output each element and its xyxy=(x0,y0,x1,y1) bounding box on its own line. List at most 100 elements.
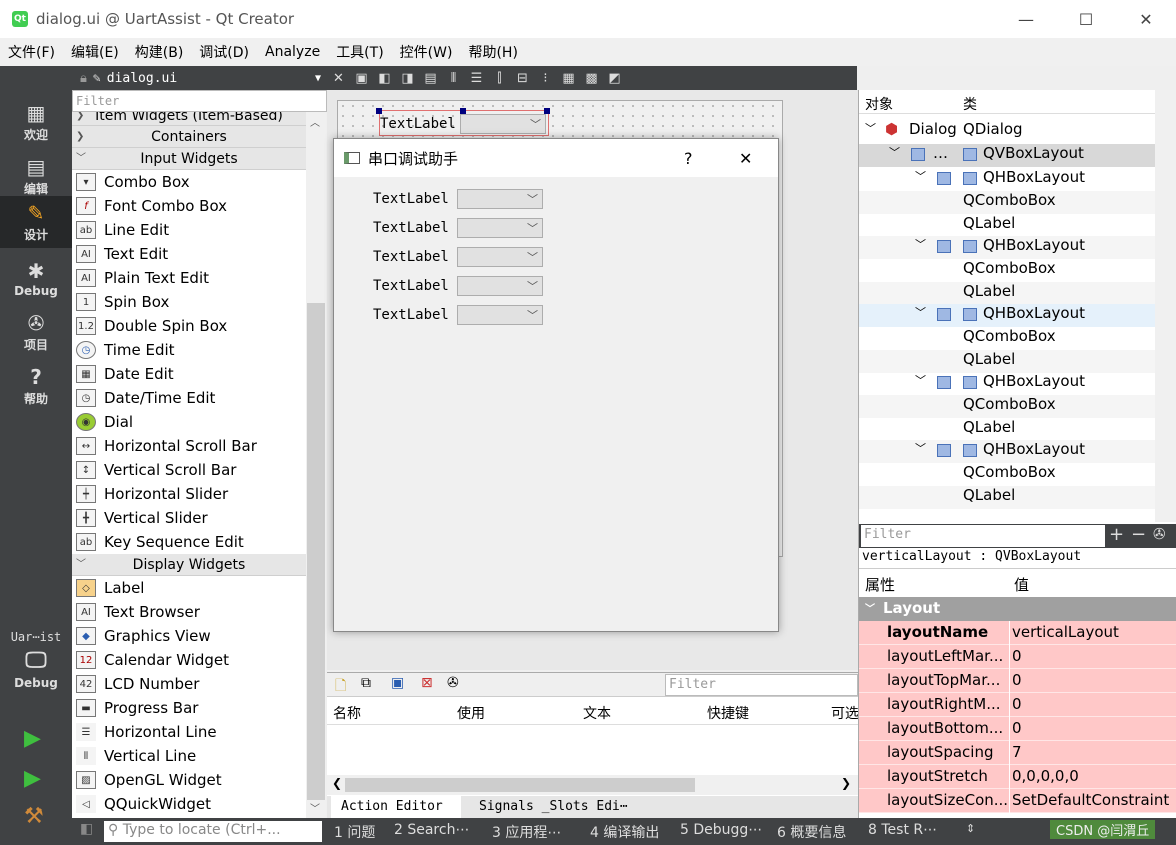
widget-key-sequence-edit[interactable]: ab Key Sequence Edit xyxy=(72,530,306,554)
menu-file[interactable]: 文件(F) xyxy=(0,42,63,62)
column-shortcut[interactable]: 快捷键 xyxy=(707,703,749,723)
output-pane-compile[interactable]: 4 编译输出 xyxy=(590,822,659,842)
header-value[interactable]: 值 xyxy=(1014,574,1029,595)
widget-vertical-scroll-bar[interactable]: ↕ Vertical Scroll Bar xyxy=(72,458,306,482)
widget-horizontal-line[interactable]: ☰ Horizontal Line xyxy=(72,720,306,744)
column-name[interactable]: 名称 xyxy=(333,703,361,723)
scroll-left-icon[interactable]: ❮ xyxy=(332,776,342,790)
action-hscrollbar[interactable]: ❮ ❯ xyxy=(327,775,858,795)
property-row[interactable]: layoutName verticalLayout xyxy=(859,621,1176,645)
dialog-close-button[interactable]: ✕ xyxy=(739,149,752,168)
mode-help[interactable]: ? 帮助 xyxy=(0,360,72,412)
category-display-widgets[interactable]: ﹀ Display Widgets xyxy=(72,554,306,576)
edit-tab-order-icon[interactable]: ▤ xyxy=(419,71,442,86)
edit-signals-icon[interactable]: ◧ xyxy=(373,71,396,86)
tree-row-combo[interactable]: QComboBox xyxy=(859,259,1155,282)
tree-row-combo[interactable]: QComboBox xyxy=(859,395,1155,418)
menu-build[interactable]: 构建(B) xyxy=(127,42,192,62)
dialog-combo-box[interactable]: ﹀ xyxy=(457,305,543,325)
widget-progress-bar[interactable]: ▬ Progress Bar xyxy=(72,696,306,720)
tree-row-combo[interactable]: QComboBox xyxy=(859,327,1155,350)
tab-action-editor[interactable]: Action Editor xyxy=(331,796,461,818)
form-text-label[interactable]: TextLabel xyxy=(380,116,456,132)
widget-double-spin-box[interactable]: 1.2 Double Spin Box xyxy=(72,314,306,338)
tree-row-label[interactable]: QLabel xyxy=(859,350,1155,373)
locator-input[interactable]: ⚲ Type to locate (Ctrl+... xyxy=(104,821,322,842)
scroll-up-icon[interactable]: ︿ xyxy=(310,114,320,129)
widget-filter-input[interactable]: Filter xyxy=(72,90,327,112)
edit-widgets-icon[interactable]: ▣ xyxy=(350,71,373,86)
tree-row-hbox[interactable]: ﹀ QHBoxLayout xyxy=(859,440,1155,463)
output-pane-app-output[interactable]: 3 应用程⋯ xyxy=(492,822,561,842)
widget-text-edit[interactable]: AI Text Edit xyxy=(72,242,306,266)
dialog-combo-box[interactable]: ﹀ xyxy=(457,189,543,209)
widget-opengl[interactable]: ▨ OpenGL Widget xyxy=(72,768,306,792)
kit-selector[interactable]: 🖵 Debug xyxy=(0,646,72,706)
configure-icon[interactable]: ✇ xyxy=(447,675,459,691)
mode-edit[interactable]: ▤ 编辑 xyxy=(0,150,72,202)
widget-time-edit[interactable]: ◷ Time Edit xyxy=(72,338,306,362)
property-row[interactable]: layoutBottom... 0 xyxy=(859,717,1176,741)
adjust-size-icon[interactable]: ◩ xyxy=(603,71,626,86)
widget-combo-box[interactable]: ▾ Combo Box xyxy=(72,170,306,194)
tab-signals-slots-editor[interactable]: Signals _Slots Edi⋯ xyxy=(477,796,657,818)
delete-action-icon[interactable]: ⊠ xyxy=(421,675,433,691)
category-containers[interactable]: ❯ Containers xyxy=(72,126,306,148)
column-text[interactable]: 文本 xyxy=(583,703,611,723)
paste-action-icon[interactable]: ▣ xyxy=(391,675,404,691)
dialog-help-button[interactable]: ? xyxy=(684,149,693,168)
widget-graphics-view[interactable]: ◆ Graphics View xyxy=(72,624,306,648)
object-inspector-scrollbar[interactable] xyxy=(1155,90,1176,522)
layout-vertical-icon[interactable]: ☰ xyxy=(465,71,488,86)
close-editor-icon[interactable]: ✕ xyxy=(327,71,350,86)
tree-row-hbox[interactable]: ﹀ QHBoxLayout xyxy=(859,168,1155,191)
action-hscroll-thumb[interactable] xyxy=(345,778,695,792)
widget-horizontal-slider[interactable]: ┿ Horizontal Slider xyxy=(72,482,306,506)
file-dropdown-icon[interactable]: ▼ xyxy=(315,73,321,84)
configure-property-icon[interactable]: ✇ xyxy=(1153,525,1166,543)
form-combo-box[interactable]: ﹀ xyxy=(460,114,546,134)
tree-row-combo[interactable]: QComboBox xyxy=(859,463,1155,486)
scroll-down-icon[interactable]: ﹀ xyxy=(310,800,320,815)
copy-action-icon[interactable]: ⧉ xyxy=(361,675,371,691)
selection-handle[interactable] xyxy=(376,108,382,114)
menu-debug[interactable]: 调试(D) xyxy=(191,42,257,62)
widget-vertical-line[interactable]: ⦀ Vertical Line xyxy=(72,744,306,768)
widget-vertical-slider[interactable]: ╋ Vertical Slider xyxy=(72,506,306,530)
widget-calendar[interactable]: 12 Calendar Widget xyxy=(72,648,306,672)
break-layout-icon[interactable]: ▩ xyxy=(580,71,603,86)
menu-help[interactable]: 帮助(H) xyxy=(460,42,525,62)
widget-line-edit[interactable]: ab Line Edit xyxy=(72,218,306,242)
mode-welcome[interactable]: ▦ 欢迎 xyxy=(0,96,72,148)
column-checkable[interactable]: 可选 xyxy=(831,703,858,723)
tree-row-label[interactable]: QLabel xyxy=(859,418,1155,441)
header-object[interactable]: 对象 xyxy=(865,94,893,114)
tree-row-label[interactable]: QLabel xyxy=(859,214,1155,237)
tree-row-vertical-layout[interactable]: ﹀… QVBoxLayout xyxy=(859,144,1155,167)
output-pane-test-results[interactable]: 8 Test R⋯ xyxy=(868,822,937,838)
property-filter-input[interactable]: Filter xyxy=(861,525,1105,547)
add-property-icon[interactable]: + xyxy=(1109,524,1124,545)
widget-qquickwidget[interactable]: ◁ QQuickWidget xyxy=(72,792,306,816)
dialog-combo-box[interactable]: ﹀ xyxy=(457,247,543,267)
property-row[interactable]: layoutSizeCon... SetDefaultConstraint xyxy=(859,789,1176,813)
more-panes-icon[interactable]: ⇕ xyxy=(966,822,975,835)
property-row[interactable]: layoutStretch 0,0,0,0,0 xyxy=(859,765,1176,789)
output-pane-debugger[interactable]: 5 Debugg⋯ xyxy=(680,822,762,838)
build-hammer-icon[interactable]: ⚒ xyxy=(24,804,44,829)
output-pane-search[interactable]: 2 Search⋯ xyxy=(394,822,469,838)
widget-datetime-edit[interactable]: ◷ Date/Time Edit xyxy=(72,386,306,410)
minimize-button[interactable]: — xyxy=(996,0,1056,38)
widget-text-browser[interactable]: AI Text Browser xyxy=(72,600,306,624)
menu-widgets[interactable]: 控件(W) xyxy=(392,42,461,62)
output-pane-general[interactable]: 6 概要信息 xyxy=(777,822,846,842)
dialog-combo-box[interactable]: ﹀ xyxy=(457,218,543,238)
maximize-button[interactable]: ☐ xyxy=(1056,0,1116,38)
close-window-button[interactable]: ✕ xyxy=(1116,0,1176,38)
property-row[interactable]: layoutTopMar... 0 xyxy=(859,669,1176,693)
scroll-right-icon[interactable]: ❯ xyxy=(841,776,851,790)
widget-label[interactable]: ◇ Label xyxy=(72,576,306,600)
toggle-sidebar-icon[interactable]: ◧ xyxy=(80,821,93,837)
layout-grid-icon[interactable]: ▦ xyxy=(557,71,580,86)
remove-property-icon[interactable]: − xyxy=(1131,524,1146,545)
